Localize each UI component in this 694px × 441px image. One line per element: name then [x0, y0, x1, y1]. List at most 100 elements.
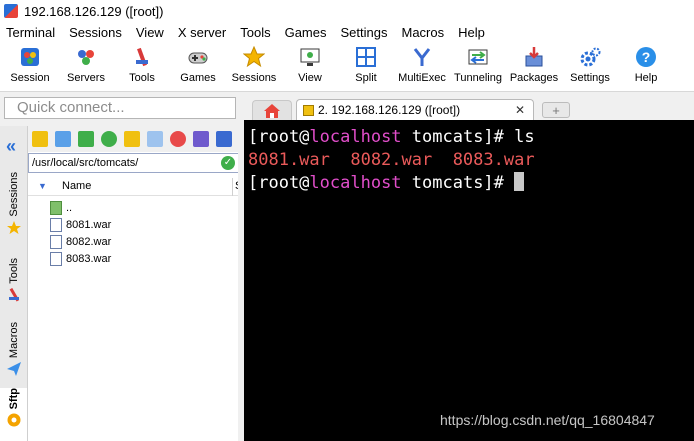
side-tab-macros-label: Macros: [7, 322, 20, 359]
session-tab-icon: [303, 104, 314, 116]
terminal-line: [root@localhost tomcats]# ls: [248, 127, 535, 147]
side-tab-macros[interactable]: Macros: [0, 322, 27, 377]
main-toolbar: Session Servers Tools Games Sessions Vie…: [0, 42, 694, 92]
column-separator: [232, 178, 233, 196]
servers-icon: [75, 46, 97, 68]
menu-tools[interactable]: Tools: [240, 25, 270, 40]
menu-macros[interactable]: Macros: [401, 25, 444, 40]
session-button-label: Session: [10, 72, 50, 84]
session-tab-label: 2. 192.168.126.129 ([root]): [318, 103, 461, 117]
games-button-label: Games: [180, 72, 216, 84]
file-row-parent[interactable]: ..: [50, 199, 239, 216]
tunneling-button[interactable]: Tunneling: [450, 42, 506, 91]
packages-icon: [523, 46, 545, 68]
help-icon: ?: [635, 46, 657, 68]
follow-terminal-icon[interactable]: [216, 131, 232, 147]
split-button[interactable]: Split: [338, 42, 394, 91]
download-icon[interactable]: [55, 131, 71, 147]
watermark-text: https://blog.csdn.net/qq_16804847: [440, 412, 655, 428]
rename-icon[interactable]: [193, 131, 209, 147]
tools-icon: [8, 287, 19, 302]
split-icon: [355, 46, 377, 68]
sftp-toolbar: [28, 126, 239, 152]
new-tab-button[interactable]: +: [542, 102, 570, 118]
menu-help[interactable]: Help: [458, 25, 485, 40]
parent-folder-icon[interactable]: [32, 131, 48, 147]
tunneling-icon: [467, 46, 489, 68]
delete-icon[interactable]: [170, 131, 186, 147]
menu-settings[interactable]: Settings: [341, 25, 388, 40]
view-button-label: View: [298, 72, 322, 84]
tools-button-label: Tools: [129, 72, 155, 84]
terminal-line: [root@localhost tomcats]#: [248, 172, 694, 195]
tools-icon: [131, 46, 153, 68]
file-name: 8082.war: [66, 235, 112, 248]
refresh-icon[interactable]: [101, 131, 117, 147]
session-icon: [19, 46, 41, 68]
file-row[interactable]: 8081.war 1: [50, 216, 245, 233]
menu-x-server[interactable]: X server: [178, 25, 226, 40]
quick-connect-input[interactable]: Quick connect...: [4, 97, 236, 119]
side-tab-sessions-label: Sessions: [7, 172, 20, 217]
terminal-view[interactable]: [root@localhost tomcats]# ls 8081.war 80…: [244, 120, 694, 441]
parent-folder-icon: [50, 200, 62, 215]
sort-arrow-icon: ▼: [38, 181, 47, 191]
session-tab[interactable]: 2. 192.168.126.129 ([root]) ✕: [296, 99, 534, 120]
checkmark-icon[interactable]: ✓: [221, 156, 235, 170]
file-name: 8083.war: [66, 252, 112, 265]
multiexec-icon: [411, 46, 433, 68]
sessions-button-label: Sessions: [231, 72, 277, 84]
sessions-button[interactable]: Sessions: [226, 42, 282, 91]
file-name: ..: [66, 201, 73, 214]
tab-strip: 2. 192.168.126.129 ([root]) ✕ +: [244, 98, 694, 120]
settings-button-label: Settings: [570, 72, 610, 84]
servers-button[interactable]: Servers: [58, 42, 114, 91]
plus-icon: +: [552, 102, 560, 118]
home-tab[interactable]: [252, 100, 292, 120]
svg-text:?: ?: [642, 49, 651, 65]
view-button[interactable]: View: [282, 42, 338, 91]
menu-terminal[interactable]: Terminal: [6, 25, 55, 40]
file-icon: [50, 234, 62, 249]
side-tab-tools[interactable]: Tools: [0, 258, 27, 302]
sftp-path-input[interactable]: /usr/local/src/tomcats/ ✓: [28, 153, 239, 173]
close-tab-icon[interactable]: ✕: [515, 103, 525, 117]
terminal-cursor: [514, 172, 525, 191]
menu-view[interactable]: View: [136, 25, 164, 40]
file-icon: [50, 251, 62, 266]
file-row[interactable]: 8083.war 1: [50, 250, 245, 267]
packages-button[interactable]: Packages: [506, 42, 562, 91]
menu-bar: Terminal Sessions View X server Tools Ga…: [0, 22, 694, 42]
new-file-icon[interactable]: [147, 131, 163, 147]
help-button[interactable]: ? Help: [618, 42, 674, 91]
column-header-name[interactable]: Name: [62, 180, 91, 192]
packages-button-label: Packages: [509, 72, 559, 84]
collapse-sidebar-icon[interactable]: «: [6, 136, 16, 157]
session-button[interactable]: Session: [2, 42, 58, 91]
sftp-icon: [7, 413, 20, 427]
games-button[interactable]: Games: [170, 42, 226, 91]
side-tab-sessions[interactable]: Sessions: [0, 172, 27, 235]
multiexec-button-label: MultiExec: [398, 72, 446, 84]
tunneling-button-label: Tunneling: [454, 72, 502, 84]
menu-sessions[interactable]: Sessions: [69, 25, 122, 40]
home-icon: [264, 103, 280, 118]
multiexec-button[interactable]: MultiExec: [394, 42, 450, 91]
menu-games[interactable]: Games: [285, 25, 327, 40]
tools-button[interactable]: Tools: [114, 42, 170, 91]
new-folder-icon[interactable]: [124, 131, 140, 147]
side-tab-sftp[interactable]: Sftp: [0, 388, 27, 441]
settings-icon: [579, 46, 601, 68]
side-tab-sftp-label: Sftp: [7, 388, 20, 410]
upload-icon[interactable]: [78, 131, 94, 147]
settings-button[interactable]: Settings: [562, 42, 618, 91]
star-icon: [6, 220, 21, 234]
mobaxterm-logo-icon: [4, 4, 18, 18]
help-button-label: Help: [634, 72, 658, 84]
terminal-line: 8081.war 8082.war 8083.war: [248, 150, 535, 170]
games-icon: [187, 46, 209, 68]
sftp-path-text: /usr/local/src/tomcats/: [32, 157, 139, 169]
sftp-panel: /usr/local/src/tomcats/ ✓ ▼ Name S .. 80…: [27, 126, 245, 441]
file-row[interactable]: 8082.war 1: [50, 233, 245, 250]
star-icon: [243, 46, 265, 68]
